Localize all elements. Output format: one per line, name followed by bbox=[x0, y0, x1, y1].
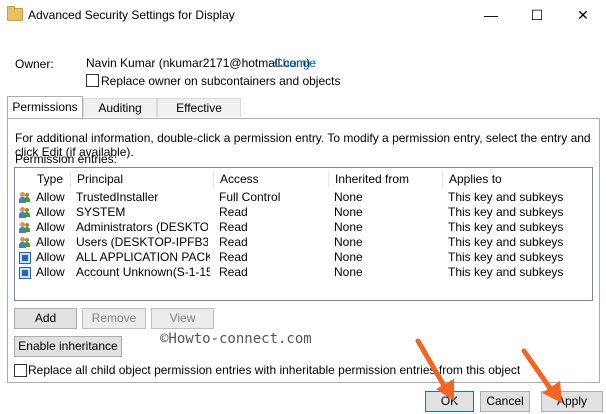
cell-applies-to: This key and subkeys bbox=[448, 235, 564, 249]
view-button[interactable]: View bbox=[151, 308, 214, 329]
change-owner-link[interactable]: Change bbox=[274, 56, 316, 70]
folder-icon bbox=[7, 6, 23, 21]
permission-entries-table[interactable]: Type Principal Access Inherited from App… bbox=[14, 167, 593, 301]
tab-effective-access[interactable]: Effective Access bbox=[157, 98, 241, 133]
replace-child-entries-checkbox[interactable] bbox=[14, 364, 27, 377]
users-icon bbox=[19, 207, 30, 218]
enable-inheritance-button[interactable]: Enable inheritance bbox=[14, 336, 122, 357]
cell-inherited-from: None bbox=[334, 250, 363, 264]
column-header-access[interactable]: Access bbox=[213, 171, 328, 187]
minimize-button[interactable]: — bbox=[468, 0, 514, 30]
table-row[interactable]: Allow Users (DESKTOP-IPFB3CD\Use... Read… bbox=[15, 235, 592, 250]
cell-type: Allow bbox=[36, 265, 65, 279]
cell-access: Read bbox=[219, 205, 248, 219]
cell-principal: Administrators (DESKTOP-IPF... bbox=[76, 220, 208, 234]
users-icon bbox=[19, 192, 30, 203]
column-header-applies-to[interactable]: Applies to bbox=[442, 171, 589, 187]
column-header-type[interactable]: Type bbox=[31, 171, 71, 187]
replace-owner-label[interactable]: Replace owner on subcontainers and objec… bbox=[101, 74, 340, 88]
column-header-principal[interactable]: Principal bbox=[70, 171, 214, 187]
package-icon bbox=[19, 252, 31, 264]
cell-inherited-from: None bbox=[334, 205, 363, 219]
table-row[interactable]: Allow ALL APPLICATION PACKAGES Read None… bbox=[15, 250, 592, 265]
cell-applies-to: This key and subkeys bbox=[448, 205, 564, 219]
watermark: ©Howto-connect.com bbox=[160, 331, 312, 347]
table-row[interactable]: Allow TrustedInstaller Full Control None… bbox=[15, 190, 592, 205]
cell-principal: Users (DESKTOP-IPFB3CD\Use... bbox=[76, 235, 208, 249]
window-title: Advanced Security Settings for Display bbox=[28, 8, 235, 22]
table-row[interactable]: Allow SYSTEM Read None This key and subk… bbox=[15, 205, 592, 220]
cell-applies-to: This key and subkeys bbox=[448, 265, 564, 279]
cell-type: Allow bbox=[36, 250, 65, 264]
tab-permissions[interactable]: Permissions bbox=[7, 96, 83, 118]
close-button[interactable]: ✕ bbox=[560, 0, 606, 30]
cell-access: Read bbox=[219, 220, 248, 234]
cell-access: Read bbox=[219, 250, 248, 264]
users-icon bbox=[19, 222, 30, 233]
cell-type: Allow bbox=[36, 235, 65, 249]
cell-access: Full Control bbox=[219, 190, 281, 204]
cell-principal: ALL APPLICATION PACKAGES bbox=[76, 250, 210, 264]
package-icon bbox=[19, 267, 31, 279]
cell-inherited-from: None bbox=[334, 235, 363, 249]
add-button[interactable]: Add bbox=[14, 308, 77, 329]
cell-principal: TrustedInstaller bbox=[76, 190, 159, 204]
cell-applies-to: This key and subkeys bbox=[448, 250, 564, 264]
replace-owner-checkbox[interactable] bbox=[86, 74, 99, 87]
annotation-arrow-icon bbox=[415, 338, 454, 401]
table-row[interactable]: Allow Account Unknown(S-1-15-3-... Read … bbox=[15, 265, 592, 280]
annotation-arrow-icon bbox=[521, 348, 562, 403]
cell-inherited-from: None bbox=[334, 190, 363, 204]
cell-type: Allow bbox=[36, 220, 65, 234]
cell-principal: SYSTEM bbox=[76, 205, 126, 219]
remove-button[interactable]: Remove bbox=[82, 308, 146, 329]
table-row[interactable]: Allow Administrators (DESKTOP-IPF... Rea… bbox=[15, 220, 592, 235]
users-icon bbox=[19, 237, 30, 248]
cell-type: Allow bbox=[36, 205, 65, 219]
cell-access: Read bbox=[219, 235, 248, 249]
cell-inherited-from: None bbox=[334, 265, 363, 279]
cell-applies-to: This key and subkeys bbox=[448, 220, 564, 234]
cell-applies-to: This key and subkeys bbox=[448, 190, 564, 204]
maximize-button[interactable]: ☐ bbox=[514, 0, 560, 30]
cell-inherited-from: None bbox=[334, 220, 363, 234]
cell-principal: Account Unknown(S-1-15-3-... bbox=[76, 265, 210, 279]
owner-label: Owner: bbox=[15, 57, 54, 71]
column-header-inherited-from[interactable]: Inherited from bbox=[328, 171, 443, 187]
title-bar: Advanced Security Settings for Display —… bbox=[0, 0, 606, 30]
cell-access: Read bbox=[219, 265, 248, 279]
tab-auditing[interactable]: Auditing bbox=[83, 98, 157, 117]
cell-type: Allow bbox=[36, 190, 65, 204]
permission-entries-label: Permission entries: bbox=[15, 152, 118, 166]
